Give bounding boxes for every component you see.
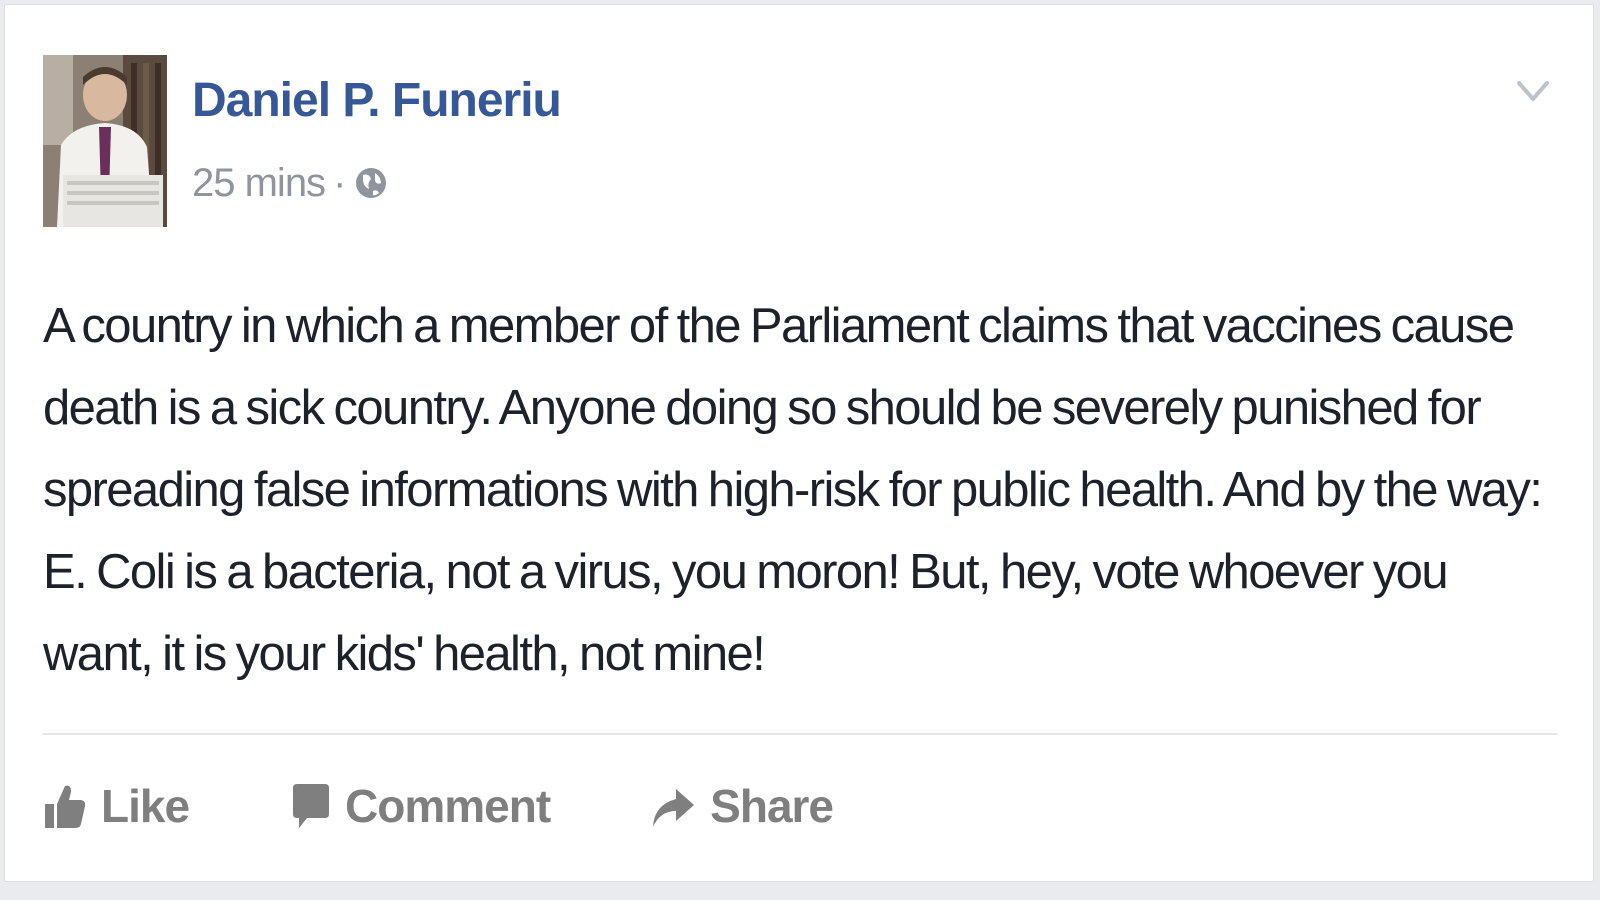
post-meta: 25 mins · bbox=[192, 163, 389, 203]
avatar-photo bbox=[43, 55, 167, 227]
share-arrow-icon bbox=[653, 789, 695, 827]
post-card: Daniel P. Funeriu 25 mins · A country in… bbox=[4, 4, 1594, 882]
share-label: Share bbox=[710, 780, 834, 832]
chevron-down-icon[interactable] bbox=[1513, 71, 1553, 111]
avatar[interactable] bbox=[43, 55, 167, 227]
comment-label: Comment bbox=[345, 780, 551, 832]
author-name[interactable]: Daniel P. Funeriu bbox=[192, 77, 562, 125]
like-button[interactable]: Like bbox=[43, 779, 190, 833]
post-body: A country in which a member of the Parli… bbox=[43, 299, 1543, 681]
action-bar: Like Comment Share bbox=[43, 771, 834, 841]
share-button[interactable]: Share bbox=[650, 779, 834, 833]
globe-icon[interactable] bbox=[353, 165, 389, 201]
post-timestamp[interactable]: 25 mins bbox=[192, 163, 326, 203]
meta-separator: · bbox=[333, 161, 346, 205]
comment-button[interactable]: Comment bbox=[289, 779, 551, 833]
thumbs-up-icon bbox=[45, 785, 86, 828]
comment-icon bbox=[293, 784, 330, 828]
like-label: Like bbox=[101, 780, 190, 832]
divider bbox=[43, 733, 1557, 735]
